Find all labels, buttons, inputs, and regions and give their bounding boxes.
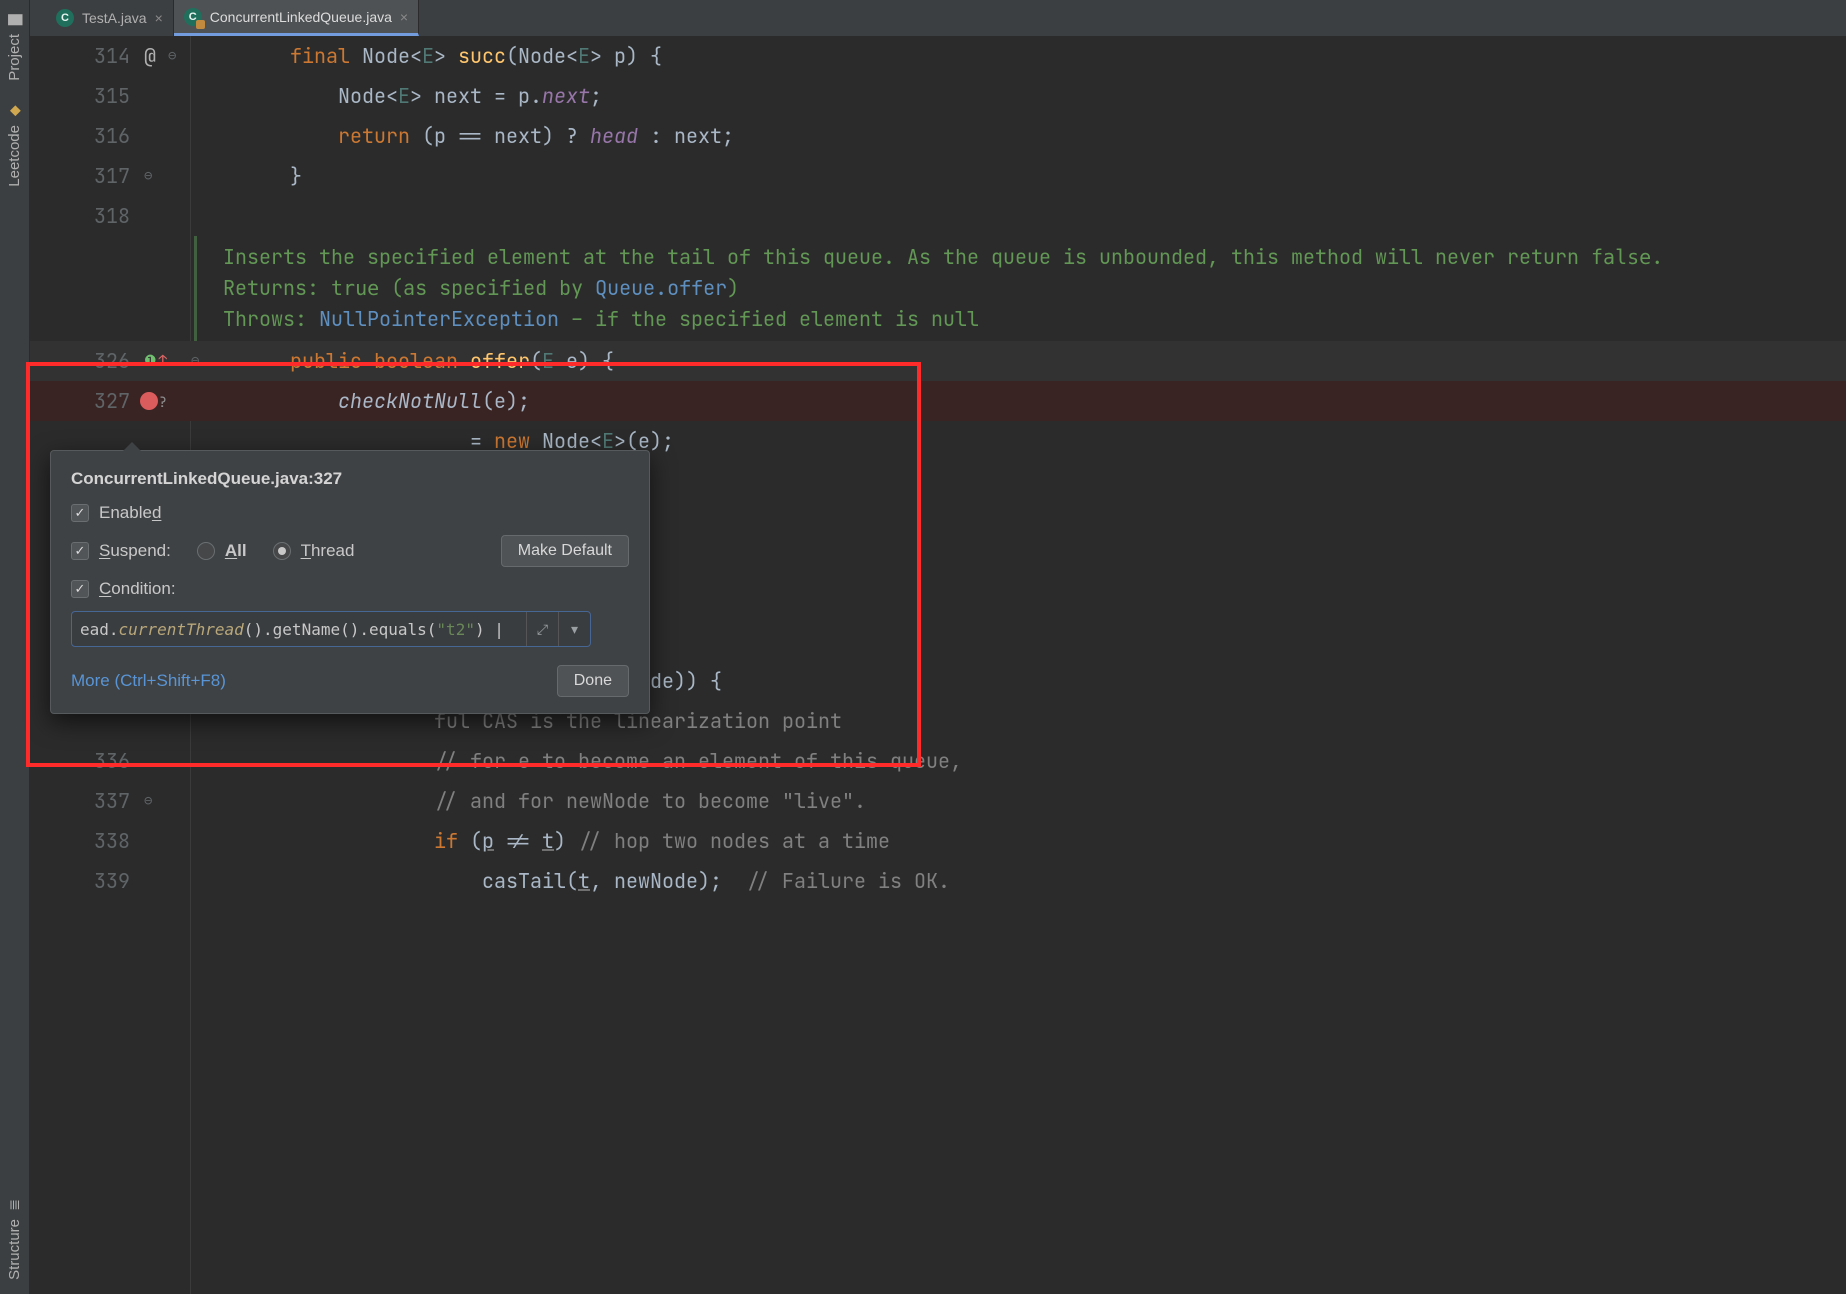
side-structure-label: Structure <box>6 1219 23 1280</box>
structure-icon: ≣ <box>7 1197 23 1213</box>
gutter[interactable] <box>140 116 190 156</box>
code-line[interactable]: 317⊖ } <box>30 156 1846 196</box>
gutter[interactable] <box>140 196 190 236</box>
popup-arrow <box>123 442 141 451</box>
line-number: 336 <box>30 748 140 774</box>
suspend-all-radio[interactable] <box>197 542 215 560</box>
code-line[interactable]: 314@ ⊖ final Node<E> succ(Node<E> p) { <box>30 36 1846 76</box>
gutter[interactable] <box>140 821 190 861</box>
class-icon: C <box>184 8 202 26</box>
close-icon[interactable]: × <box>400 9 408 25</box>
condition-checkbox[interactable]: ✓ <box>71 580 89 598</box>
gutter[interactable] <box>140 76 190 116</box>
suspend-all-label: All <box>225 541 247 561</box>
lock-icon <box>196 20 205 29</box>
line-number: 318 <box>30 203 140 229</box>
code-line[interactable]: 318 <box>30 196 1846 236</box>
suspend-label: Suspend: <box>99 541 171 561</box>
gutter[interactable]: ❶↑ ⊖ <box>140 341 190 381</box>
make-default-button[interactable]: Make Default <box>501 535 629 567</box>
code-text[interactable]: return (p == next) ? head : next; <box>190 123 1846 149</box>
line-number: 326 <box>30 348 140 374</box>
code-text[interactable]: public boolean offer(E e) { <box>190 348 1846 374</box>
side-leetcode[interactable]: Leetcode ◆ <box>6 97 23 193</box>
code-text[interactable] <box>190 203 1846 229</box>
line-number: 337 <box>30 788 140 814</box>
code-line[interactable]: 339 casTail(t, newNode); // Failure is O… <box>30 861 1846 901</box>
suspend-checkbox[interactable]: ✓ <box>71 542 89 560</box>
condition-text[interactable]: ead.currentThread().getName().equals("t2… <box>72 620 526 639</box>
line-number: 339 <box>30 868 140 894</box>
gutter[interactable] <box>140 861 190 901</box>
code-text[interactable]: Node<E> next = p.next; <box>190 83 1846 109</box>
code-line[interactable]: 326❶↑ ⊖ public boolean offer(E e) { <box>30 341 1846 381</box>
code-text[interactable]: checkNotNull(e); <box>190 388 1846 414</box>
line-number: 317 <box>30 163 140 189</box>
side-leetcode-label: Leetcode <box>6 125 23 187</box>
code-text[interactable]: casTail(t, newNode); // Failure is OK. <box>190 868 1846 894</box>
code-text[interactable]: // and for newNode to become "live". <box>190 788 1846 814</box>
code-line[interactable]: 336 // for e to become an element of thi… <box>30 741 1846 781</box>
gutter[interactable]: ? <box>140 381 190 421</box>
line-number: 338 <box>30 828 140 854</box>
suspend-thread-label: Thread <box>301 541 355 561</box>
code-text[interactable]: } <box>190 163 1846 189</box>
popup-title: ConcurrentLinkedQueue.java:327 <box>71 469 629 489</box>
enabled-label: Enabled <box>99 503 161 523</box>
code-text[interactable]: // for e to become an element of this qu… <box>190 748 1846 774</box>
condition-label: Condition: <box>99 579 176 599</box>
code-text[interactable]: final Node<E> succ(Node<E> p) { <box>190 43 1846 69</box>
breakpoint-popup: ConcurrentLinkedQueue.java:327 ✓ Enabled… <box>50 450 650 714</box>
code-line[interactable]: 315 Node<E> next = p.next; <box>30 76 1846 116</box>
tab-testa[interactable]: C TestA.java × <box>46 0 174 36</box>
gutter[interactable]: ⊖ <box>140 781 190 821</box>
line-number: 316 <box>30 123 140 149</box>
done-button[interactable]: Done <box>557 665 629 697</box>
tab-label: ConcurrentLinkedQueue.java <box>210 9 392 25</box>
line-number: 327 <box>30 388 140 414</box>
javadoc-block: Inserts the specified element at the tai… <box>194 236 1846 341</box>
history-dropdown-icon[interactable]: ▾ <box>558 612 590 646</box>
left-tool-strip: Project ▇ Leetcode ◆ Structure ≣ <box>0 0 30 1294</box>
suspend-thread-radio[interactable] <box>273 542 291 560</box>
side-project[interactable]: Project ▇ <box>6 6 23 87</box>
code-line[interactable]: 327? checkNotNull(e); <box>30 381 1846 421</box>
breakpoint-icon[interactable]: ? <box>140 392 158 410</box>
side-project-label: Project <box>6 34 23 81</box>
line-number: 315 <box>30 83 140 109</box>
gutter[interactable] <box>140 741 190 781</box>
gutter[interactable]: @ ⊖ <box>140 36 190 76</box>
close-icon[interactable]: × <box>155 10 163 26</box>
condition-input[interactable]: ead.currentThread().getName().equals("t2… <box>71 611 591 647</box>
side-structure[interactable]: Structure ≣ <box>6 1191 23 1286</box>
code-line[interactable]: 316 return (p == next) ? head : next; <box>30 116 1846 156</box>
line-number: 314 <box>30 43 140 69</box>
code-text[interactable]: if (p != t) // hop two nodes at a time <box>190 828 1846 854</box>
gutter[interactable]: ⊖ <box>140 156 190 196</box>
class-icon: C <box>56 9 74 27</box>
code-line[interactable]: 337⊖ // and for newNode to become "live"… <box>30 781 1846 821</box>
tab-label: TestA.java <box>82 10 147 26</box>
enabled-checkbox[interactable]: ✓ <box>71 504 89 522</box>
code-line[interactable]: 338 if (p != t) // hop two nodes at a ti… <box>30 821 1846 861</box>
tab-clq[interactable]: C ConcurrentLinkedQueue.java × <box>174 0 419 36</box>
editor-tab-bar: C TestA.java × C ConcurrentLinkedQueue.j… <box>30 0 1846 36</box>
leetcode-icon: ◆ <box>7 103 23 119</box>
expand-icon[interactable]: ⤢ <box>526 612 558 646</box>
more-link[interactable]: More (Ctrl+Shift+F8) <box>71 671 226 691</box>
folder-icon: ▇ <box>7 12 23 28</box>
